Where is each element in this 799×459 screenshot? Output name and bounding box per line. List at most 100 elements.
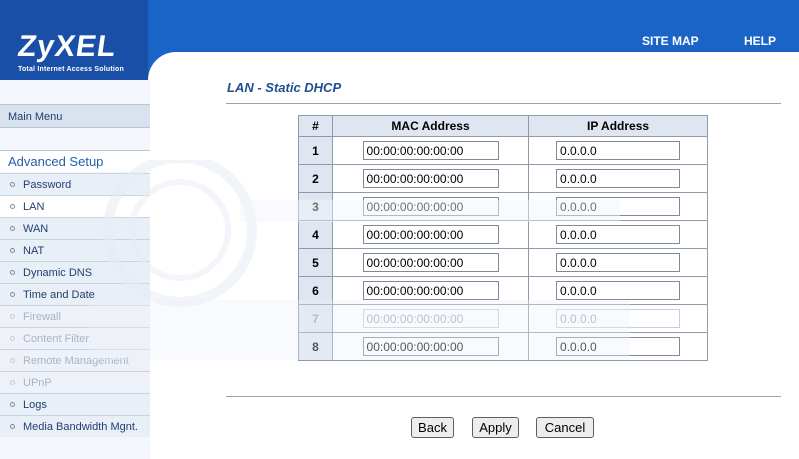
column-header-number: # xyxy=(298,115,333,137)
mac-address-input[interactable] xyxy=(362,281,499,300)
mac-address-input[interactable] xyxy=(362,141,499,160)
sidebar-section-advanced-setup[interactable]: Advanced Setup xyxy=(0,150,150,172)
ip-address-input[interactable] xyxy=(556,197,681,216)
table-row: 5 xyxy=(298,248,708,277)
sidebar-item-label: LAN xyxy=(23,201,45,213)
sidebar-item-label: NAT xyxy=(23,245,45,257)
mac-cell xyxy=(331,332,530,361)
bullet-icon xyxy=(10,358,15,363)
sidebar-item-label: Password xyxy=(23,179,72,191)
table-row: 4 xyxy=(298,220,708,249)
mac-cell xyxy=(331,248,530,277)
sidebar-item-logs[interactable]: Logs xyxy=(0,393,150,415)
bullet-icon xyxy=(10,226,15,231)
sidebar-item-lan[interactable]: LAN xyxy=(0,195,150,217)
back-button[interactable]: Back xyxy=(411,417,454,438)
table-row: 8 xyxy=(298,332,708,361)
ip-address-input[interactable] xyxy=(556,225,681,244)
table-row: 1 xyxy=(298,136,708,165)
ip-cell xyxy=(528,220,708,249)
bullet-icon xyxy=(10,380,15,385)
column-header-ip-address: IP Address xyxy=(528,115,708,137)
bullet-icon xyxy=(10,292,15,297)
sidebar-item-firewall[interactable]: Firewall xyxy=(0,305,150,327)
bullet-icon xyxy=(10,182,15,187)
sidebar-item-time-and-date[interactable]: Time and Date xyxy=(0,283,150,305)
ip-cell xyxy=(528,304,708,333)
ip-address-input[interactable] xyxy=(556,309,681,328)
sidebar-item-label: Firewall xyxy=(23,311,61,323)
page-title: LAN - Static DHCP xyxy=(227,80,342,95)
site-map-link[interactable]: SITE MAP xyxy=(642,34,699,48)
bullet-icon xyxy=(10,204,15,209)
sidebar-item-label: Content Filter xyxy=(23,333,90,345)
row-number: 6 xyxy=(298,276,333,305)
sidebar-item-label: Dynamic DNS xyxy=(23,267,93,279)
sidebar-item-dynamic-dns[interactable]: Dynamic DNS xyxy=(0,261,150,283)
mac-cell xyxy=(331,220,530,249)
sidebar-item-media-bandwidth-mgnt[interactable]: Media Bandwidth Mgnt. xyxy=(0,415,150,437)
sidebar-item-password[interactable]: Password xyxy=(0,173,150,195)
row-number: 5 xyxy=(298,248,333,277)
sidebar-main-menu[interactable]: Main Menu xyxy=(0,104,150,128)
table-row: 2 xyxy=(298,164,708,193)
mac-address-input[interactable] xyxy=(362,337,499,356)
sidebar-item-label: Remote Management xyxy=(23,355,129,367)
row-number: 2 xyxy=(298,164,333,193)
row-number: 7 xyxy=(298,304,333,333)
sidebar-item-label: Time and Date xyxy=(23,289,95,301)
row-number: 8 xyxy=(298,332,333,361)
sidebar-item-label: UPnP xyxy=(23,377,52,389)
bullet-icon xyxy=(10,336,15,341)
ip-cell xyxy=(528,192,708,221)
bullet-icon xyxy=(10,424,15,429)
sidebar-item-nat[interactable]: NAT xyxy=(0,239,150,261)
ip-cell xyxy=(528,276,708,305)
ip-address-input[interactable] xyxy=(556,253,681,272)
sidebar-item-label: Logs xyxy=(23,399,47,411)
ip-cell xyxy=(528,332,708,361)
ip-address-input[interactable] xyxy=(556,281,681,300)
logo-tagline: Total Internet Access Solution xyxy=(18,66,124,73)
logo-box: ZyXEL Total Internet Access Solution xyxy=(0,0,148,80)
apply-button[interactable]: Apply xyxy=(472,417,519,438)
logo-wordmark: ZyXEL xyxy=(15,30,119,63)
bullet-icon xyxy=(10,314,15,319)
divider-top xyxy=(226,103,781,104)
ip-address-input[interactable] xyxy=(556,141,681,160)
ip-cell xyxy=(528,136,708,165)
table-header-row: # MAC Address IP Address xyxy=(298,115,708,137)
sidebar-item-remote-management[interactable]: Remote Management xyxy=(0,349,150,371)
row-number: 4 xyxy=(298,220,333,249)
mac-cell xyxy=(331,164,530,193)
table-row: 3 xyxy=(298,192,708,221)
divider-bottom xyxy=(226,396,781,397)
bullet-icon xyxy=(10,270,15,275)
table-row: 7 xyxy=(298,304,708,333)
row-number: 1 xyxy=(298,136,333,165)
row-number: 3 xyxy=(298,192,333,221)
ip-cell xyxy=(528,248,708,277)
ip-cell xyxy=(528,164,708,193)
ip-address-input[interactable] xyxy=(556,169,681,188)
bullet-icon xyxy=(10,248,15,253)
static-dhcp-table: # MAC Address IP Address 1 2 3 4 5 xyxy=(298,115,708,361)
mac-address-input[interactable] xyxy=(362,253,499,272)
sidebar-item-upnp[interactable]: UPnP xyxy=(0,371,150,393)
cancel-button[interactable]: Cancel xyxy=(536,417,594,438)
help-link[interactable]: HELP xyxy=(744,34,776,48)
mac-address-input[interactable] xyxy=(362,309,499,328)
mac-cell xyxy=(331,136,530,165)
mac-cell xyxy=(331,276,530,305)
mac-address-input[interactable] xyxy=(362,197,499,216)
mac-cell xyxy=(331,304,530,333)
sidebar-item-label: WAN xyxy=(23,223,49,235)
ip-address-input[interactable] xyxy=(556,337,681,356)
sidebar-item-content-filter[interactable]: Content Filter xyxy=(0,327,150,349)
mac-cell xyxy=(331,192,530,221)
sidebar-item-wan[interactable]: WAN xyxy=(0,217,150,239)
bullet-icon xyxy=(10,402,15,407)
sidebar-item-label: Media Bandwidth Mgnt. xyxy=(23,421,138,433)
mac-address-input[interactable] xyxy=(362,225,499,244)
mac-address-input[interactable] xyxy=(362,169,499,188)
